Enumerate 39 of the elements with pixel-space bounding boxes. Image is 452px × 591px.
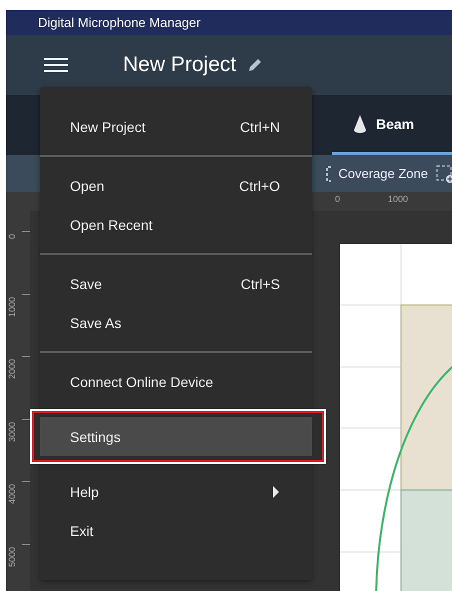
shortcut-label: Ctrl+O	[239, 178, 280, 194]
menu-item[interactable]: Help	[40, 472, 310, 511]
ruler-label: 5000	[7, 546, 17, 567]
coverage-zone-button[interactable]: Coverage Zone	[326, 166, 428, 182]
window-title: Digital Microphone Manager	[38, 15, 201, 30]
ruler-label: 3000	[7, 422, 17, 442]
cone-icon	[352, 114, 368, 134]
add-point-icon[interactable]	[436, 164, 452, 182]
menu-item-label: Open	[70, 178, 104, 194]
menu-item[interactable]: Connect Online Device	[40, 362, 310, 401]
menu-item[interactable]: Exit	[40, 511, 310, 550]
submenu-arrow-icon	[272, 486, 280, 498]
menu-item-label: Connect Online Device	[70, 374, 214, 390]
project-name: New Project	[123, 53, 236, 77]
ruler-label: 4000	[7, 484, 17, 504]
shortcut-label: Ctrl+S	[240, 276, 280, 292]
menu-item[interactable]: Open Ctrl+O	[40, 166, 310, 205]
menu-icon	[44, 58, 68, 72]
menu-item[interactable]: Save As	[40, 303, 310, 342]
menu-item-label: Help	[70, 484, 99, 500]
menu-item-label: Save	[70, 276, 102, 292]
menu-item[interactable]: Open Recent	[40, 205, 310, 244]
menu-item-label: Settings	[70, 428, 121, 444]
ruler-label: 0	[335, 194, 340, 204]
edit-icon[interactable]	[247, 57, 264, 73]
ruler-label: 1000	[7, 296, 17, 317]
bracket-icon	[326, 166, 332, 182]
menu-item-label: Save As	[70, 314, 122, 330]
menu-item-label: Exit	[70, 522, 94, 538]
shortcut-label: Ctrl+N	[240, 118, 280, 134]
menu-button[interactable]	[44, 58, 68, 72]
menu-item[interactable]: Settings	[40, 417, 312, 456]
menu-item[interactable]: New Project Ctrl+N	[40, 107, 310, 146]
menu-item-label: Open Recent	[70, 216, 152, 232]
menu-item[interactable]: Save Ctrl+S	[40, 264, 310, 303]
ruler-label: 2000	[7, 359, 17, 380]
menu-item-label: New Project	[70, 118, 146, 134]
ruler-label: 1000	[388, 194, 408, 204]
ruler-label: 0	[7, 234, 17, 240]
